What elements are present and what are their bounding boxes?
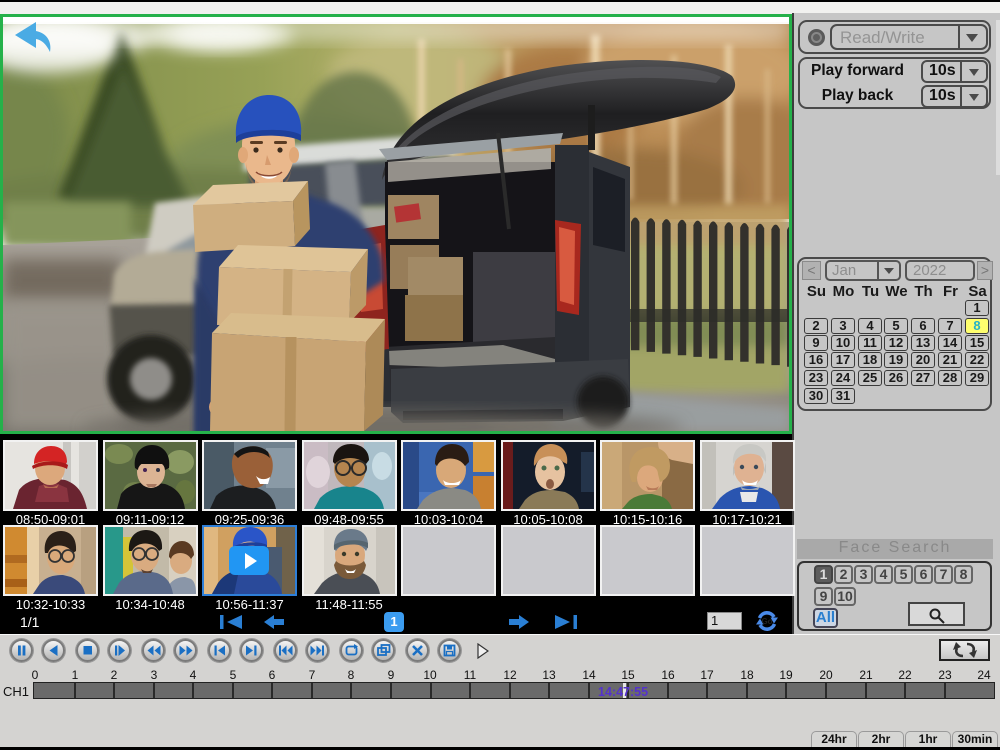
svg-text:Go: Go xyxy=(761,617,772,626)
